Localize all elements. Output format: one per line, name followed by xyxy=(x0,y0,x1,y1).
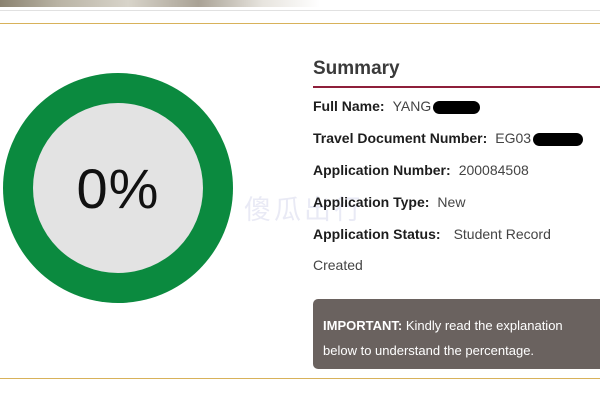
field-value: Student Record xyxy=(453,226,551,242)
header-divider xyxy=(0,10,600,11)
summary-panel: Summary Full Name: YANG Travel Document N… xyxy=(313,58,600,273)
field-label: Application Number: xyxy=(313,162,451,178)
header-banner-image xyxy=(0,0,320,7)
application-status-page: 0% 傻瓜出行 Summary Full Name: YANG Travel Do… xyxy=(0,0,600,400)
section-top-border xyxy=(0,23,600,24)
important-notice: IMPORTANT: Kindly read the explanation b… xyxy=(313,299,600,369)
field-application-type: Application Type: New xyxy=(313,194,465,210)
field-label: Application Status: xyxy=(313,226,441,242)
header-banner-strip xyxy=(0,0,600,10)
progress-percentage: 0% xyxy=(76,156,160,220)
progress-ring-track: 0% xyxy=(33,103,203,273)
notice-label: IMPORTANT: xyxy=(323,318,403,333)
field-value: EG03 xyxy=(495,130,532,146)
field-value: New xyxy=(437,194,466,210)
field-label: Travel Document Number: xyxy=(313,130,488,146)
field-label: Full Name: xyxy=(313,98,385,114)
redaction-mark xyxy=(433,100,481,114)
field-value-continuation: Created xyxy=(313,257,363,273)
field-value: YANG xyxy=(392,98,432,114)
field-label: Application Type: xyxy=(313,194,430,210)
section-bottom-border xyxy=(0,378,600,379)
summary-title: Summary xyxy=(313,58,600,88)
field-full-name: Full Name: YANG xyxy=(313,98,481,114)
field-value: 200084508 xyxy=(458,162,529,178)
redaction-mark xyxy=(533,132,584,146)
field-travel-document-number: Travel Document Number: EG03 xyxy=(313,130,584,146)
field-application-number: Application Number: 200084508 xyxy=(313,162,529,178)
field-application-status: Application Status: Student Record xyxy=(313,226,551,242)
progress-ring: 0% xyxy=(3,73,233,303)
